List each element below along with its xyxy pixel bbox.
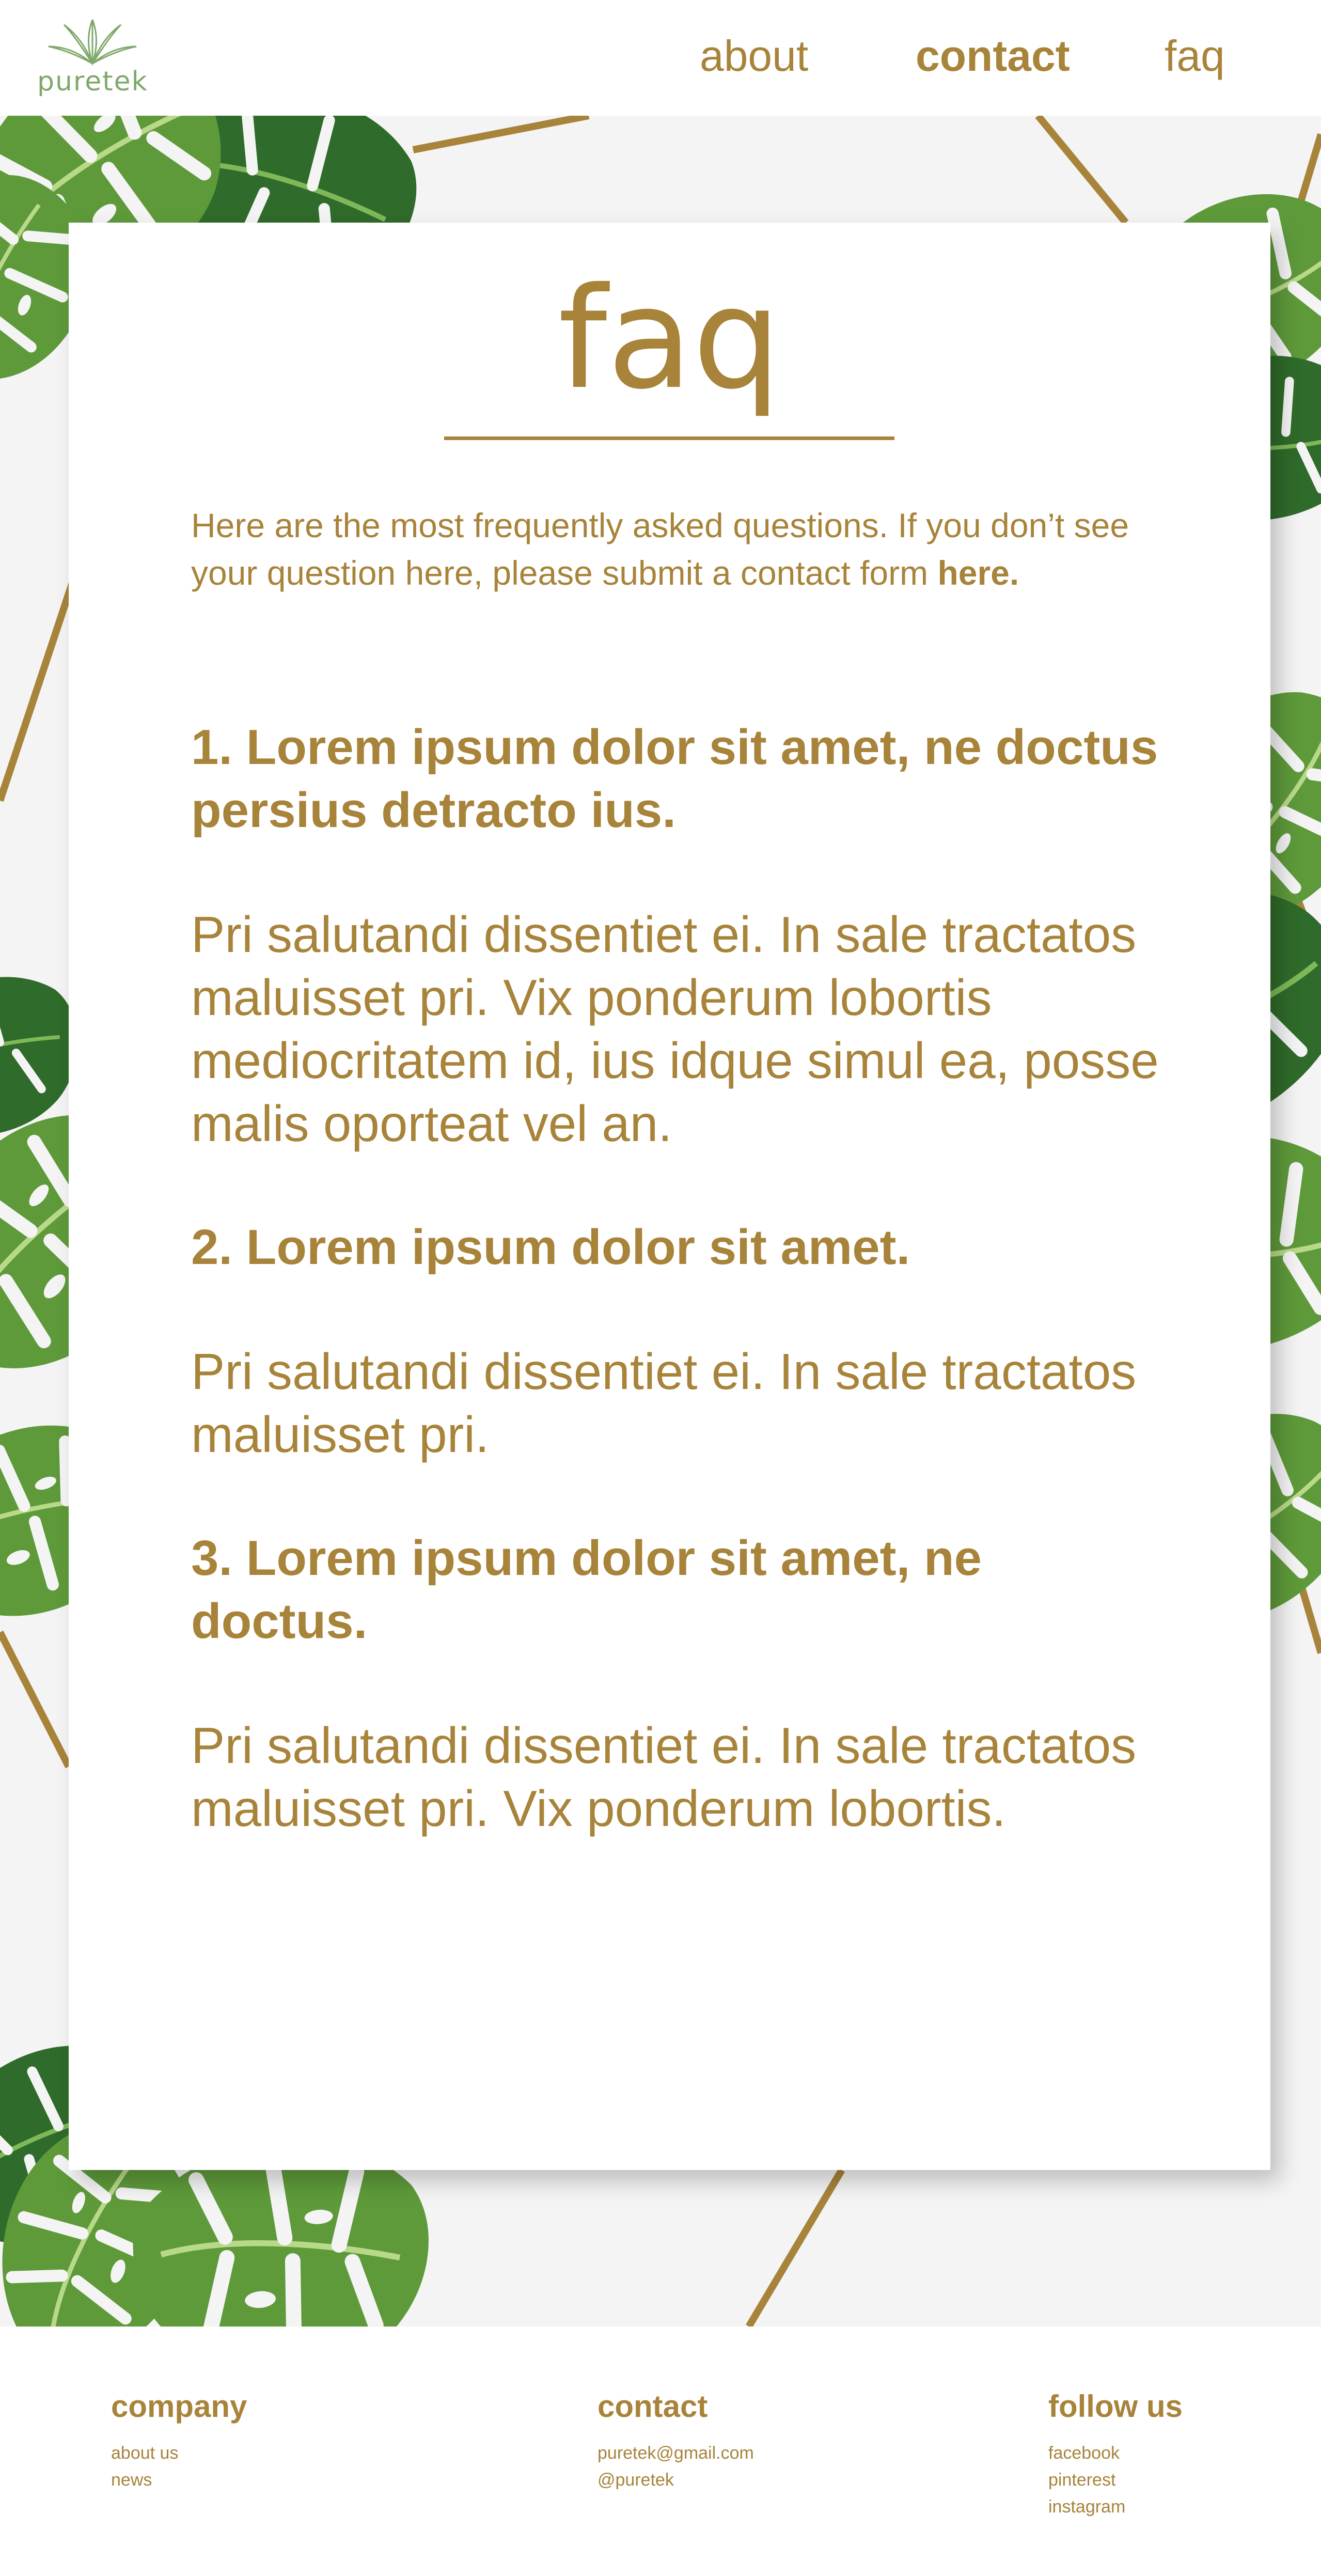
footer-contact-heading: contact <box>597 2389 708 2424</box>
footer-link-instagram[interactable]: instagram <box>1048 2493 1183 2520</box>
footer-link-about-us[interactable]: about us <box>111 2440 247 2466</box>
intro-text: Here are the most frequently asked quest… <box>191 502 1162 597</box>
nav-faq[interactable]: faq <box>1165 31 1225 81</box>
faq-question: 3. Lorem ipsum dolor sit amet, ne doctus… <box>191 1531 982 1649</box>
footer-contact: contact puretek@gmail.com @puretek <box>597 2388 754 2493</box>
nav-contact-link[interactable]: contact <box>916 32 1070 80</box>
faq-answer: Pri salutandi dissentiet ei. In sale tra… <box>191 1717 1137 1837</box>
cannabis-leaf-icon <box>48 19 137 66</box>
faq-question: 2. Lorem ipsum dolor sit amet. <box>191 1220 910 1275</box>
faq-answer: Pri salutandi dissentiet ei. In sale tra… <box>191 1343 1137 1463</box>
nav-faq-link[interactable]: faq <box>1165 32 1225 80</box>
faq-item: 2. Lorem ipsum dolor sit amet. Pri salut… <box>191 1216 1162 1466</box>
footer-company-heading: company <box>111 2389 247 2424</box>
nav-contact[interactable]: contact <box>916 31 1070 81</box>
contact-form-link[interactable]: here. <box>937 554 1019 592</box>
footer-follow: follow us facebook pinterest instagram <box>1048 2388 1183 2520</box>
faq-card: faq Here are the most frequently asked q… <box>69 223 1270 2170</box>
footer-link-news[interactable]: news <box>111 2466 247 2493</box>
footer-link-email[interactable]: puretek@gmail.com <box>597 2440 754 2466</box>
faq-list: 1. Lorem ipsum dolor sit amet, ne doctus… <box>191 716 1162 1840</box>
brand-logo[interactable]: puretek <box>33 14 152 102</box>
footer-company: company about us news <box>111 2388 247 2493</box>
footer-link-facebook[interactable]: facebook <box>1048 2440 1183 2466</box>
site-header: puretek about contact faq <box>0 0 1321 116</box>
title-divider <box>444 436 894 440</box>
faq-item: 1. Lorem ipsum dolor sit amet, ne doctus… <box>191 716 1162 1155</box>
site-footer: company about us news contact puretek@gm… <box>0 2327 1321 2576</box>
faq-answer: Pri salutandi dissentiet ei. In sale tra… <box>191 906 1159 1152</box>
footer-link-handle[interactable]: @puretek <box>597 2466 754 2493</box>
nav-about[interactable]: about <box>700 31 808 81</box>
faq-question: 1. Lorem ipsum dolor sit amet, ne doctus… <box>191 720 1158 838</box>
page-title: faq <box>558 257 781 420</box>
nav-about-link[interactable]: about <box>700 32 808 80</box>
brand-name: puretek <box>37 66 148 97</box>
footer-follow-heading: follow us <box>1048 2389 1183 2424</box>
footer-link-pinterest[interactable]: pinterest <box>1048 2466 1183 2493</box>
faq-item: 3. Lorem ipsum dolor sit amet, ne doctus… <box>191 1527 1162 1840</box>
